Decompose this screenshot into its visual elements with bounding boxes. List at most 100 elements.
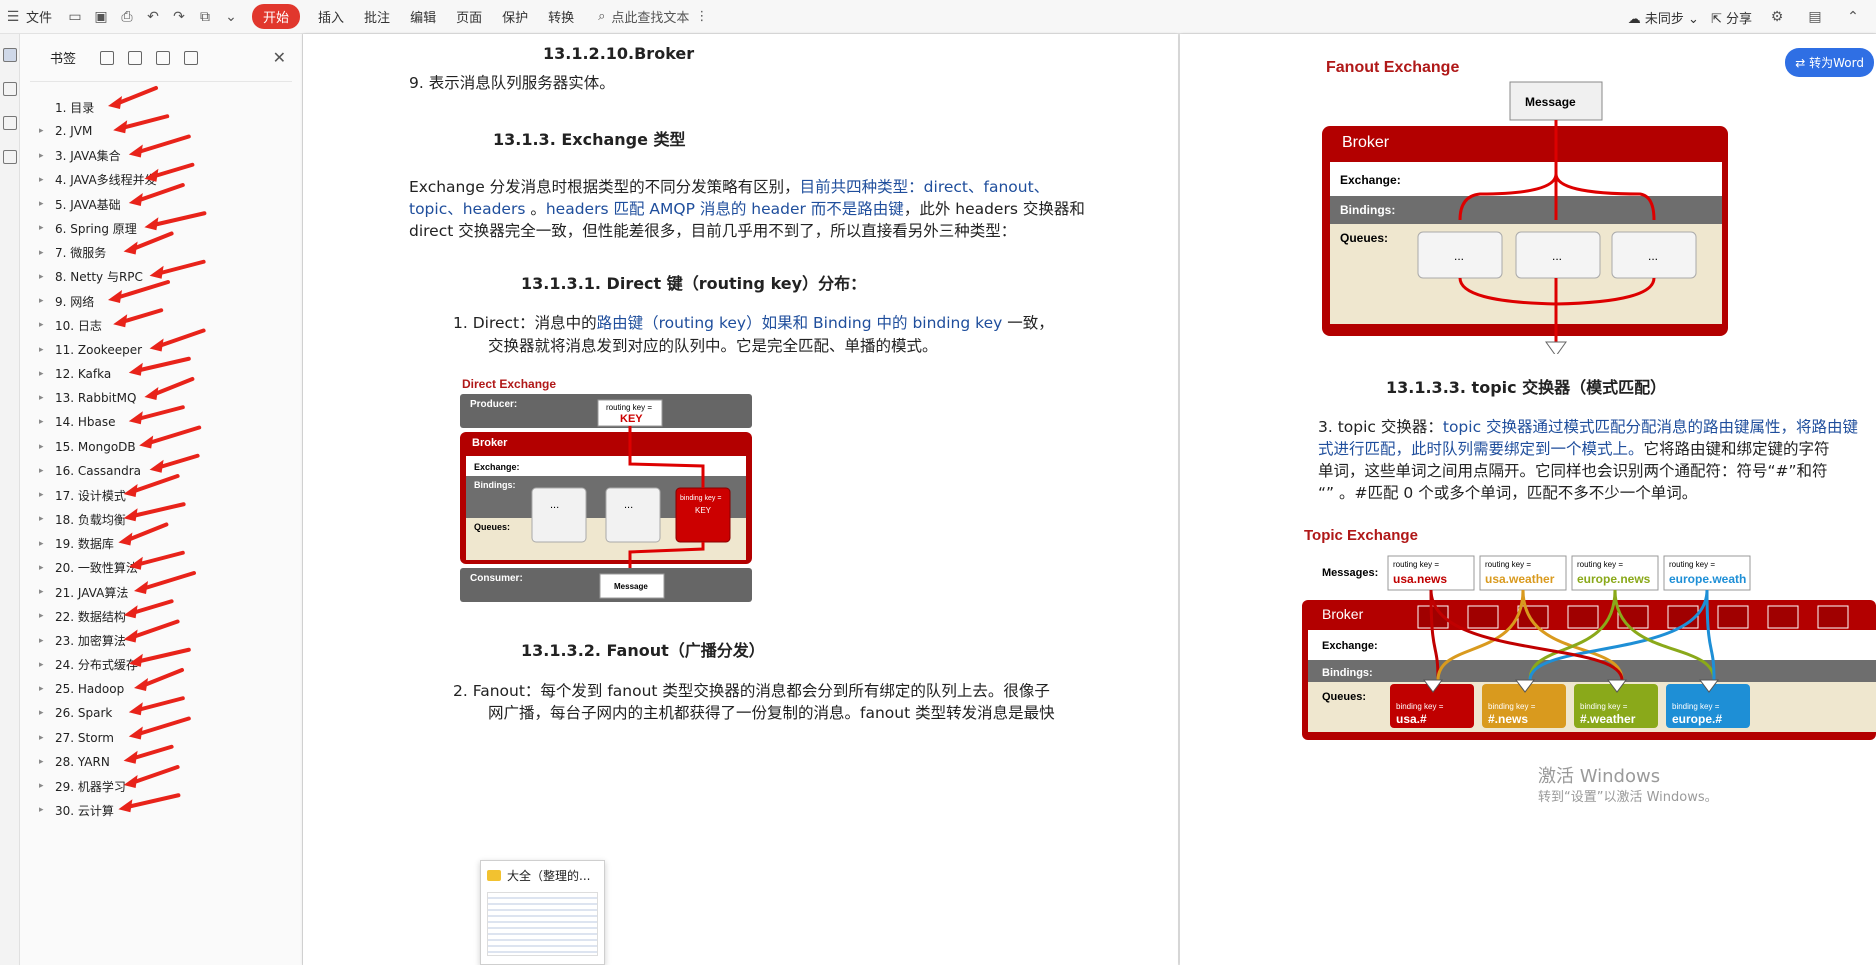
expand-caret-icon[interactable]: ▸: [39, 684, 44, 694]
expand-caret-icon[interactable]: ▸: [39, 126, 44, 136]
queues-label: Queues:: [474, 522, 510, 532]
edit-bookmark-icon[interactable]: [156, 50, 171, 65]
expand-caret-icon[interactable]: ▸: [39, 417, 44, 427]
undo-icon[interactable]: ↶: [142, 6, 164, 28]
bookmark-item[interactable]: ▸ 11. Zookeeper: [20, 339, 303, 361]
bookmark-panel: 书签 ✕ 1. 目录 ▸ 2. JVM ▸ 3. JAVA集合 ▸ 4. JAVA多线程并发…: [20, 34, 303, 965]
redo-icon[interactable]: ↷: [168, 6, 190, 28]
tab-protect[interactable]: 保护: [492, 7, 538, 26]
expand-caret-icon[interactable]: ▸: [39, 272, 44, 282]
expand-caret-icon[interactable]: ▸: [39, 757, 44, 767]
bookmark-item[interactable]: ▸ 14. Hbase: [20, 411, 303, 433]
delete-bookmark-icon[interactable]: [184, 50, 199, 65]
bookmark-item[interactable]: ▸ 27. Storm: [20, 727, 303, 749]
bookmark-item[interactable]: ▸ 6. Spring 原理: [20, 217, 303, 239]
expand-caret-icon[interactable]: ▸: [39, 514, 44, 524]
bookmark-item[interactable]: ▸ 8. Netty 与RPC: [20, 266, 303, 288]
expand-caret-icon[interactable]: ▸: [39, 345, 44, 355]
settings-icon[interactable]: ⚙: [1766, 6, 1788, 28]
more-icon[interactable]: ⋮: [695, 9, 708, 24]
expand-caret-icon[interactable]: ▸: [39, 611, 44, 621]
bookmark-item[interactable]: ▸ 18. 负载均衡: [20, 508, 303, 530]
expand-caret-icon[interactable]: ▸: [39, 587, 44, 597]
bookmark-item[interactable]: ▸ 23. 加密算法: [20, 630, 303, 652]
expand-caret-icon[interactable]: ▸: [39, 175, 44, 185]
bookmark-item[interactable]: ▸ 7. 微服务: [20, 242, 303, 264]
topic-binding-key-label: binding key =: [1396, 702, 1444, 711]
bookmark-item[interactable]: ▸ 30. 云计算: [20, 799, 303, 821]
binding-key-value: KEY: [695, 506, 712, 515]
expand-caret-icon[interactable]: ▸: [39, 539, 44, 549]
add-bookmark-icon[interactable]: [100, 50, 115, 65]
bookmark-item[interactable]: ▸ 9. 网络: [20, 290, 303, 312]
bookmark-item[interactable]: ▸ 20. 一致性算法: [20, 557, 303, 579]
thumbnail-panel-icon[interactable]: [3, 150, 17, 164]
expand-icon[interactable]: ⌃: [1842, 6, 1864, 28]
bookmark-panel-icon[interactable]: [3, 48, 17, 62]
expand-caret-icon[interactable]: ▸: [39, 296, 44, 306]
consumer-message-label: Message: [614, 582, 648, 591]
sync-status[interactable]: ☁ 未同步 ⌄: [1628, 8, 1699, 27]
expand-caret-icon[interactable]: ▸: [39, 466, 44, 476]
bookmark-item[interactable]: ▸ 10. 日志: [20, 314, 303, 336]
expand-caret-icon[interactable]: ▸: [39, 369, 44, 379]
expand-caret-icon[interactable]: ▸: [39, 490, 44, 500]
bookmark-item[interactable]: ▸ 12. Kafka: [20, 363, 303, 385]
file-menu[interactable]: 文件: [26, 7, 62, 26]
open-icon[interactable]: ▭: [64, 6, 86, 28]
expand-caret-icon[interactable]: ▸: [39, 563, 44, 573]
print-icon[interactable]: ⎙: [116, 6, 138, 28]
tab-convert[interactable]: 转换: [538, 7, 584, 26]
expand-caret-icon[interactable]: ▸: [39, 199, 44, 209]
bookmark-item[interactable]: ▸ 4. JAVA多线程并发: [20, 169, 303, 191]
comment-icon[interactable]: ▤: [1804, 6, 1826, 28]
expand-caret-icon[interactable]: ▸: [39, 248, 44, 258]
menu-icon[interactable]: ☰: [2, 6, 24, 28]
bookmark-item[interactable]: ▸ 22. 数据结构: [20, 605, 303, 627]
convert-to-word-button[interactable]: ⇄ 转为Word: [1785, 48, 1874, 77]
expand-caret-icon[interactable]: ▸: [39, 393, 44, 403]
bookmark-item[interactable]: 1. 目录: [20, 96, 303, 118]
close-icon[interactable]: ✕: [273, 48, 286, 67]
save-icon[interactable]: ▣: [90, 6, 112, 28]
tab-annotate[interactable]: 批注: [354, 7, 400, 26]
more-dropdown-icon[interactable]: ⌄: [220, 6, 242, 28]
expand-caret-icon[interactable]: ▸: [39, 805, 44, 815]
bookmark-item[interactable]: ▸ 16. Cassandra: [20, 460, 303, 482]
topic-exchange-figure: Topic Exchange Messages: Broker Exchange…: [1302, 527, 1876, 740]
comment-panel-icon[interactable]: [3, 82, 17, 96]
share-button[interactable]: ⇱ 分享: [1711, 8, 1752, 27]
expand-caret-icon[interactable]: ▸: [39, 733, 44, 743]
bookmark-item[interactable]: ▸ 15. MongoDB: [20, 436, 303, 458]
bookmark-item[interactable]: ▸ 29. 机器学习: [20, 775, 303, 797]
search-box[interactable]: ⌕ 点此查找文本 ⋮: [598, 7, 708, 26]
expand-caret-icon[interactable]: ▸: [39, 223, 44, 233]
bookmark-item[interactable]: ▸ 21. JAVA算法: [20, 581, 303, 603]
tag-panel-icon[interactable]: [3, 116, 17, 130]
expand-caret-icon[interactable]: ▸: [39, 636, 44, 646]
add-child-bookmark-icon[interactable]: [128, 50, 143, 65]
bookmark-item[interactable]: ▸ 5. JAVA基础: [20, 193, 303, 215]
expand-caret-icon[interactable]: ▸: [39, 442, 44, 452]
bookmark-item[interactable]: ▸ 2. JVM: [20, 120, 303, 142]
bookmark-item[interactable]: ▸ 17. 设计模式: [20, 484, 303, 506]
bookmark-item[interactable]: ▸ 26. Spark: [20, 702, 303, 724]
document-area[interactable]: 13.1.2.10.Broker 9. 表示消息队列服务器实体。 13.1.3.…: [303, 34, 1876, 965]
bookmark-item[interactable]: ▸ 3. JAVA集合: [20, 145, 303, 167]
expand-caret-icon[interactable]: ▸: [39, 781, 44, 791]
export-icon[interactable]: ⧉: [194, 6, 216, 28]
tab-start[interactable]: 开始: [252, 4, 301, 29]
bookmark-item[interactable]: ▸ 19. 数据库: [20, 533, 303, 555]
window-thumbnail-popup[interactable]: 大全（整理的...: [480, 860, 605, 965]
bookmark-item[interactable]: ▸ 28. YARN: [20, 751, 303, 773]
bookmark-item[interactable]: ▸ 24. 分布式缓存: [20, 654, 303, 676]
expand-caret-icon[interactable]: ▸: [39, 151, 44, 161]
expand-caret-icon[interactable]: ▸: [39, 320, 44, 330]
tab-page[interactable]: 页面: [446, 7, 492, 26]
tab-edit[interactable]: 编辑: [400, 7, 446, 26]
expand-caret-icon[interactable]: ▸: [39, 708, 44, 718]
expand-caret-icon[interactable]: ▸: [39, 660, 44, 670]
bookmark-item[interactable]: ▸ 13. RabbitMQ: [20, 387, 303, 409]
tab-insert[interactable]: 插入: [308, 7, 354, 26]
bookmark-item[interactable]: ▸ 25. Hadoop: [20, 678, 303, 700]
